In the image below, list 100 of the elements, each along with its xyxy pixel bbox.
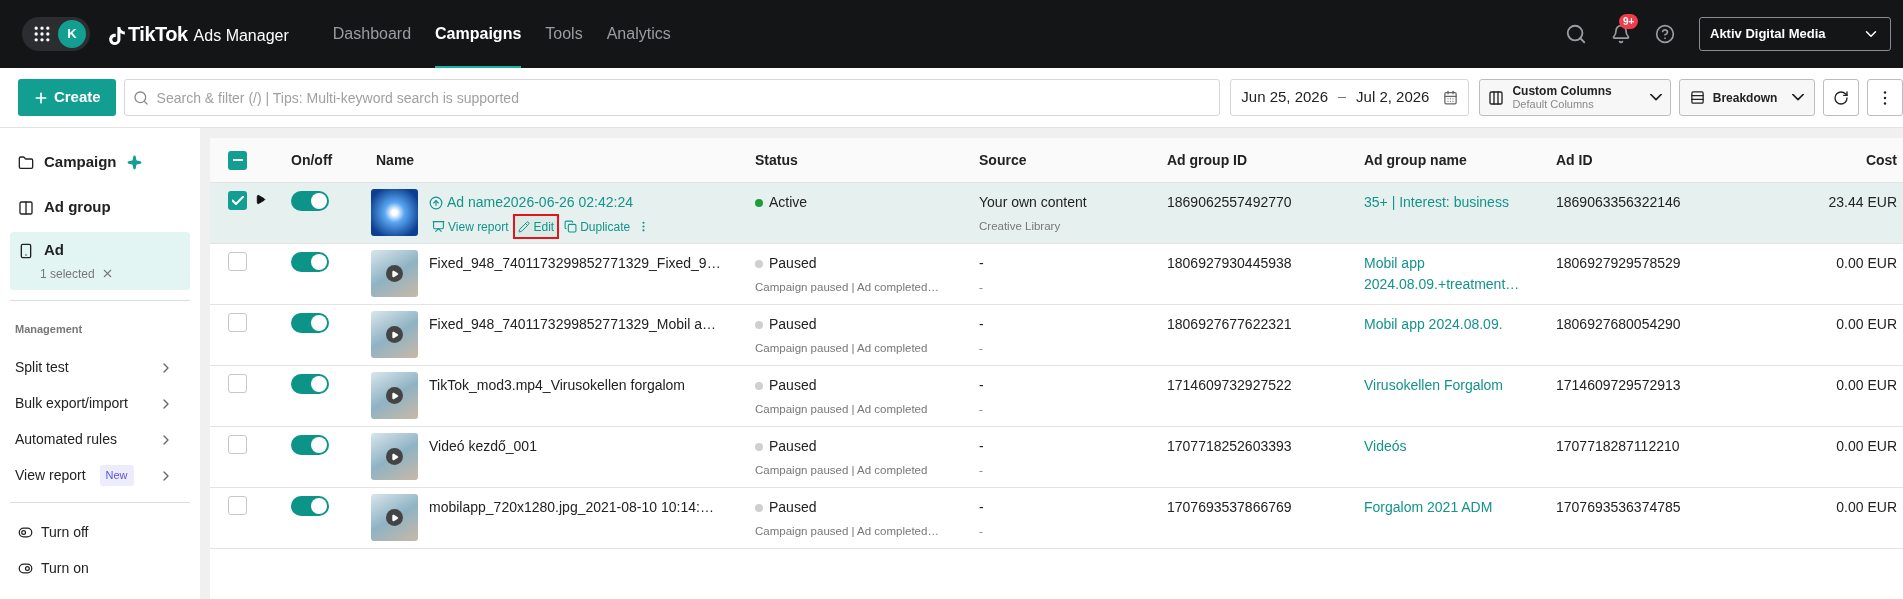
table-row[interactable]: Ad name2026-06-26 02:42:24 View report Edit Duplicate Active Your own content Creative Library 1869062557492770 35+ | Interest: business 1869063356322146 23.44 EUR (210, 183, 1903, 244)
status-text: Paused (769, 254, 817, 273)
logo-brand: TikTok (128, 22, 188, 47)
ad-group-link[interactable]: Forgalom 2021 ADM (1364, 497, 1532, 518)
minus-icon (232, 159, 243, 161)
level-item[interactable]: Ad group (10, 187, 190, 228)
help-icon[interactable] (1655, 24, 1675, 44)
ad-group-link[interactable]: Videós (1364, 436, 1532, 457)
notifications-icon[interactable] (1611, 24, 1631, 44)
ad-group-id: 1707693537866769 (1167, 499, 1292, 515)
action-item[interactable]: Turn off (10, 514, 190, 551)
breakdown-dropdown[interactable]: Breakdown (1678, 79, 1816, 116)
column-header: On/off (291, 151, 333, 168)
checkbox[interactable] (228, 252, 247, 271)
account-dropdown[interactable]: Aktiv Digital Media (1699, 17, 1891, 51)
selection-count: 1 selected (40, 265, 95, 283)
checkbox[interactable] (228, 191, 247, 210)
action-label: Turn on (41, 559, 89, 578)
ad-group-id: 1707718252603393 (1167, 438, 1292, 454)
ad-id: 1869063356322146 (1556, 194, 1681, 210)
source-note: - (979, 341, 984, 356)
apps-grid-icon (32, 24, 52, 44)
section-title: Management (14, 322, 84, 337)
action-label: Turn off (41, 523, 89, 542)
ad-name: Fixed_948_7401173299852771329_Mobil a… (429, 315, 716, 334)
cost-value: 0.00 EUR (1836, 316, 1897, 332)
column-header: Name (376, 151, 415, 168)
status-text: Paused (769, 376, 817, 395)
edit-icon (518, 220, 531, 233)
nav-tab[interactable]: Analytics (606, 0, 671, 68)
status-text: Paused (769, 315, 817, 334)
ad-group-id: 1714609732927522 (1167, 377, 1292, 393)
menu-item[interactable]: Automated rules (10, 421, 174, 458)
source-text: Your own content (979, 193, 1088, 212)
breakdown-icon (1689, 90, 1705, 105)
toggle-switch[interactable] (291, 374, 329, 394)
status-note: Campaign paused | Ad completed (755, 463, 929, 478)
upload-icon (429, 195, 443, 210)
status-text: Paused (769, 437, 817, 456)
play-icon (386, 448, 403, 465)
source-text: - (979, 254, 985, 273)
play-icon (386, 387, 403, 404)
chevron-down-icon (1649, 94, 1662, 101)
menu-item[interactable]: View report New (10, 457, 174, 494)
select-all-checkbox[interactable] (228, 150, 247, 170)
checkbox[interactable] (228, 374, 247, 393)
toggle-switch[interactable] (291, 252, 329, 272)
toggle-switch[interactable] (291, 191, 329, 211)
ad-id: 1806927680054290 (1556, 316, 1681, 332)
play-icon (386, 265, 403, 282)
menu-label: Bulk export/import (15, 394, 128, 413)
end-date: Jul 2, 2026 (1356, 87, 1430, 108)
column-header: Ad ID (1556, 151, 1593, 168)
menu-label: Split test (15, 358, 69, 377)
ad-group-link[interactable]: Mobil app 2024.08.09. (1364, 314, 1532, 335)
menu-item[interactable]: Split test (10, 349, 174, 386)
custom-columns-dropdown[interactable]: Custom Columns Default Columns (1479, 79, 1671, 116)
toggle-on-icon (18, 561, 33, 576)
source-note: Creative Library (979, 219, 1062, 234)
ad-icon (18, 242, 34, 259)
checkbox[interactable] (228, 313, 247, 332)
level-item[interactable]: Campaign (10, 142, 190, 183)
status-note: Campaign paused | Ad completed (755, 402, 929, 417)
toggle-switch[interactable] (291, 496, 329, 516)
checkbox[interactable] (228, 496, 247, 515)
ad-group-link[interactable]: Virusokellen Forgalom (1364, 375, 1532, 396)
toggle-switch[interactable] (291, 435, 329, 455)
ad-id: 1714609729572913 (1556, 377, 1681, 393)
more-icon (1883, 90, 1888, 105)
expand-arrow-icon[interactable] (255, 194, 266, 205)
nav-tab[interactable]: Dashboard (332, 0, 412, 68)
refresh-button[interactable] (1823, 79, 1860, 116)
ad-group-id: 1869062557492770 (1167, 194, 1292, 210)
more-button[interactable] (1867, 79, 1903, 116)
ad-id: 1707718287112210 (1556, 438, 1680, 454)
column-header: Ad group ID (1167, 151, 1248, 168)
level-label: Ad (44, 240, 64, 261)
level-item[interactable]: Ad 1 selected (10, 232, 190, 290)
column-header: Ad group name (1364, 151, 1467, 168)
date-range-picker[interactable]: Jun 25, 2026 Jul 2, 2026 (1230, 79, 1470, 116)
source-note: - (979, 280, 984, 295)
nav-tab[interactable]: Campaigns (435, 0, 522, 68)
status-note: Campaign paused | Ad completed (755, 341, 929, 356)
nav-tab[interactable]: Tools (545, 0, 583, 68)
chevron-down-icon (1792, 94, 1805, 101)
level-label: Ad group (44, 197, 111, 218)
menu-item[interactable]: Bulk export/import (10, 385, 174, 422)
status-note: Campaign paused | Ad completed… (755, 280, 940, 295)
toggle-switch[interactable] (291, 313, 329, 333)
refresh-icon (1833, 89, 1850, 106)
checkbox[interactable] (228, 435, 247, 454)
column-header: Source (979, 151, 1027, 168)
cost-value: 23.44 EUR (1828, 194, 1897, 210)
status-text: Active (769, 193, 808, 212)
ad-group-link[interactable]: Mobil app 2024.08.09.+treatment… (1364, 253, 1532, 295)
custom-columns-value: Default Columns (1512, 97, 1594, 111)
cost-value: 0.00 EUR (1836, 499, 1897, 515)
ad-id: 1707693536374785 (1556, 499, 1681, 515)
action-item[interactable]: Turn on (10, 550, 190, 587)
search-icon[interactable] (1565, 23, 1587, 45)
